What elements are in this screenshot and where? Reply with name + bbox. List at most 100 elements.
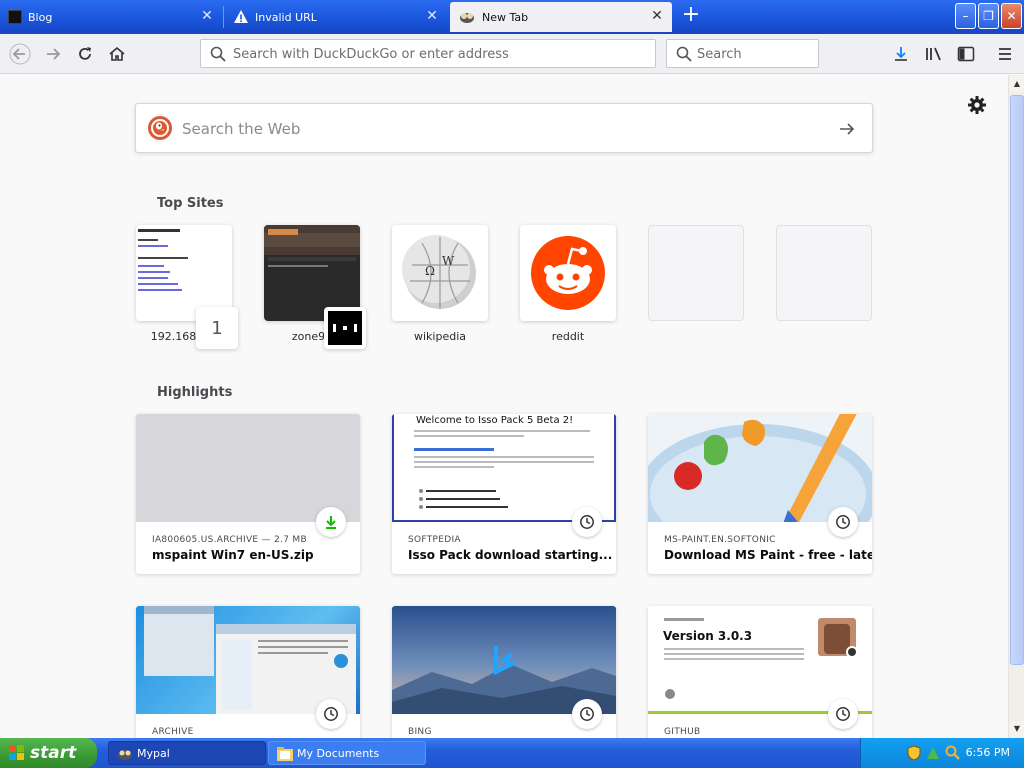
tab-strip: Blog ✕ Invalid URL ✕ New Tab ✕ + – ❐ ✕ (0, 0, 1024, 34)
close-tab-icon[interactable]: ✕ (200, 9, 214, 23)
top-site-tile[interactable]: Ω W wikipedia (392, 225, 488, 343)
highlight-card[interactable]: ARCHIVE (136, 606, 360, 738)
card-source: IA800605.US.ARCHIVE — 2.7 MB (152, 535, 307, 545)
hamburger-menu-icon[interactable] (993, 42, 1017, 66)
card-preview (392, 606, 616, 714)
card-preview (136, 606, 360, 714)
top-site-empty-slot (648, 225, 744, 321)
card-source: BING (408, 727, 432, 737)
card-preview (136, 414, 360, 522)
clock-icon (316, 699, 346, 729)
highlight-card[interactable]: MS-PAINT.EN.SOFTONIC Download MS Paint -… (648, 414, 872, 574)
close-tab-icon[interactable]: ✕ (650, 9, 664, 23)
scroll-up-arrow-icon[interactable]: ▲ (1010, 76, 1024, 92)
navigation-toolbar (0, 34, 1024, 74)
reddit-logo-icon (520, 225, 616, 321)
gear-icon[interactable] (966, 94, 988, 116)
highlight-card[interactable]: BING (392, 606, 616, 738)
task-label: Mypal (137, 746, 170, 760)
search-bar[interactable] (666, 39, 819, 68)
search-input[interactable] (697, 46, 813, 63)
security-shield-icon[interactable] (907, 745, 921, 761)
restore-window-icon[interactable]: ❐ (978, 3, 999, 29)
windows-logo-icon (9, 745, 25, 761)
card-title: mspaint Win7 en-US.zip (152, 548, 314, 562)
site-thumbnail (520, 225, 616, 321)
highlight-card[interactable]: Version 3.0.3 GITHUB (648, 606, 872, 738)
highlights-heading: Highlights (157, 385, 233, 400)
card-source: MS-PAINT.EN.SOFTONIC (664, 535, 776, 545)
download-icon (316, 507, 346, 537)
downloads-icon[interactable] (889, 42, 913, 66)
tab-invalid-url[interactable]: Invalid URL ✕ (225, 2, 447, 32)
start-button[interactable]: start (0, 738, 97, 768)
forward-arrow-icon[interactable] (41, 42, 65, 66)
top-site-tile[interactable]: 1 192.168.1.1 (136, 225, 238, 349)
tab-new-tab[interactable]: New Tab ✕ (450, 2, 672, 32)
site-label: wikipedia (413, 330, 466, 343)
vertical-scrollbar[interactable]: ▲ ▼ (1008, 75, 1024, 738)
card-preview (648, 414, 872, 522)
reload-icon[interactable] (73, 42, 97, 66)
tab-label: New Tab (482, 10, 529, 24)
new-tab-plus-icon[interactable]: + (680, 4, 702, 26)
taskbar-item-my-documents[interactable]: My Documents (268, 741, 426, 765)
library-icon[interactable] (922, 42, 946, 66)
minimize-window-icon[interactable]: – (955, 3, 976, 29)
duckduckgo-logo-icon (148, 116, 172, 140)
clock-icon (572, 507, 602, 537)
close-window-icon[interactable]: ✕ (1001, 3, 1022, 29)
windows-taskbar: start Mypal My Documents 6:56 PM (0, 738, 1024, 768)
preview-heading: Version 3.0.3 (663, 629, 753, 643)
card-source: SOFTPEDIA (408, 535, 461, 545)
home-icon[interactable] (105, 42, 129, 66)
top-sites-heading: Top Sites (157, 196, 224, 211)
network-icon[interactable] (925, 745, 941, 761)
close-tab-icon[interactable]: ✕ (425, 9, 439, 23)
empty-thumbnail (776, 225, 872, 321)
start-label: start (30, 743, 77, 763)
site-label: reddit (551, 330, 585, 343)
clock-icon (572, 699, 602, 729)
empty-thumbnail (648, 225, 744, 321)
top-site-tile[interactable]: reddit (520, 225, 616, 343)
search-icon (675, 45, 693, 63)
back-arrow-icon[interactable] (8, 42, 32, 66)
search-icon (209, 45, 227, 63)
clock-icon (828, 507, 858, 537)
wikipedia-globe-icon: Ω W (392, 225, 488, 321)
highlight-card[interactable]: Welcome to Isso Pack 5 Beta 2! SOFTPEDIA… (392, 414, 616, 574)
tab-label: Blog (28, 10, 53, 24)
zone94-favicon-icon (324, 307, 366, 349)
top-site-tile[interactable]: zone94 (264, 225, 366, 349)
card-source: ARCHIVE (152, 727, 194, 737)
search-tray-icon[interactable] (945, 745, 961, 761)
mypal-favicon-icon (458, 10, 476, 24)
svg-text:W: W (442, 254, 455, 268)
system-tray: 6:56 PM (860, 738, 1024, 768)
scrollbar-thumb[interactable] (1010, 95, 1024, 665)
folder-icon (277, 747, 293, 761)
tab-blog[interactable]: Blog ✕ (0, 2, 222, 32)
svg-text:Ω: Ω (425, 264, 435, 278)
card-title: Download MS Paint - free - lates... (664, 548, 872, 562)
web-search-input[interactable] (182, 119, 782, 139)
paint-palette-image (648, 414, 872, 522)
web-search-box[interactable] (135, 103, 873, 153)
tab-label: Invalid URL (255, 10, 317, 24)
search-submit-arrow-icon[interactable] (838, 120, 856, 138)
new-tab-page: Top Sites 1 192.168.1.1 (0, 75, 1008, 738)
taskbar-clock: 6:56 PM (965, 746, 1010, 759)
url-input[interactable] (233, 46, 643, 63)
sidebar-toggle-icon[interactable] (954, 42, 978, 66)
windows7-screenshot-image (144, 606, 356, 714)
mypal-app-icon (117, 747, 133, 761)
task-label: My Documents (297, 746, 380, 760)
scroll-down-arrow-icon[interactable]: ▼ (1010, 721, 1024, 737)
card-preview: Welcome to Isso Pack 5 Beta 2! (392, 414, 616, 522)
taskbar-item-mypal[interactable]: Mypal (108, 741, 266, 765)
url-bar[interactable] (200, 39, 656, 68)
blog-favicon-icon (8, 10, 22, 24)
highlight-card[interactable]: IA800605.US.ARCHIVE — 2.7 MB mspaint Win… (136, 414, 360, 574)
card-title: Isso Pack download starting... (408, 548, 613, 562)
